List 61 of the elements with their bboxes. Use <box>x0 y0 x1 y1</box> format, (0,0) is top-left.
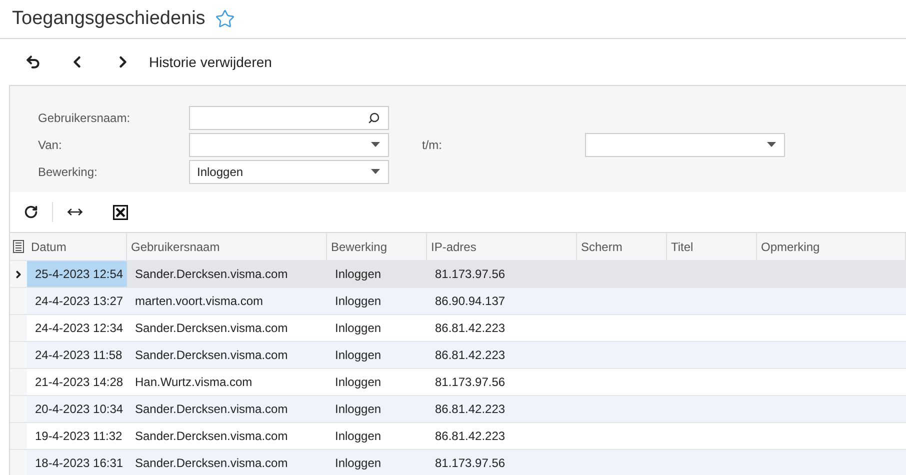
star-icon[interactable] <box>215 9 236 29</box>
table-cell-text: Han.Wurtz.visma.com <box>135 374 252 391</box>
table-cell-text: Inloggen <box>335 401 382 418</box>
table-cell-text: 18-4-2023 16:31 <box>35 455 124 472</box>
table-row[interactable]: 18-4-2023 16:31 Sander.Dercksen.visma.com Inloggen 81.173.97.56 <box>10 449 906 475</box>
table-cell-text: 20-4-2023 10:34 <box>35 401 124 418</box>
undo-icon <box>25 54 41 70</box>
table-cell-text: 19-4-2023 11:32 <box>35 428 122 445</box>
table-cell-text: Inloggen <box>335 293 382 310</box>
table-cell-text: 86.81.42.223 <box>435 428 506 445</box>
table-cell-text: Sander.Dercksen.visma.com <box>135 320 288 337</box>
table-cell-text: 86.81.42.223 <box>435 320 506 337</box>
dropdown-caret-icon <box>767 142 776 147</box>
table-cell-text: Inloggen <box>335 428 382 445</box>
table-row[interactable]: 20-4-2023 10:34 Sander.Dercksen.visma.com Inloggen 86.81.42.223 <box>10 395 906 422</box>
date-from-field[interactable] <box>189 132 389 156</box>
table-cell-text: 86.81.42.223 <box>435 401 506 418</box>
table-row[interactable]: 24-4-2023 11:58 Sander.Dercksen.visma.com Inloggen 86.81.42.223 <box>10 341 906 368</box>
table-cell-text: Inloggen <box>335 374 382 391</box>
table-cell-text: Inloggen <box>335 320 382 337</box>
column-chooser-icon[interactable] <box>13 240 24 253</box>
table-row[interactable]: 21-4-2023 14:28 Han.Wurtz.visma.com Inloggen 81.173.97.56 <box>10 368 906 395</box>
table-cell-text: Sander.Dercksen.visma.com <box>135 455 288 472</box>
table-cell-text: 86.90.94.137 <box>435 293 506 310</box>
table-row[interactable]: 24-4-2023 13:27 marten.voort.visma.com Inloggen 86.90.94.137 <box>10 287 906 314</box>
dropdown-caret-icon <box>371 142 380 147</box>
refresh-button[interactable] <box>22 203 40 221</box>
table-cell-text: 24-4-2023 11:58 <box>35 347 122 364</box>
table-cell-text: 25-4-2023 12:54 <box>35 266 124 283</box>
table-cell-text: 24-4-2023 12:34 <box>35 320 124 337</box>
field-label: Gebruikersnaam: <box>38 110 132 127</box>
field-label: Van: <box>38 136 63 154</box>
operation-dropdown[interactable]: Inloggen <box>189 160 389 184</box>
table-cell-text: 24-4-2023 13:27 <box>35 293 124 310</box>
delete-history-button[interactable]: Historie verwijderen <box>149 52 272 72</box>
table-cell-text: 81.173.97.56 <box>435 266 506 283</box>
dropdown-caret-icon <box>371 169 380 174</box>
excel-icon <box>112 204 128 220</box>
table-cell-text: 81.173.97.56 <box>435 455 506 472</box>
table-row[interactable]: 24-4-2023 12:34 Sander.Dercksen.visma.com Inloggen 86.81.42.223 <box>10 314 906 341</box>
table-cell-text: Sander.Dercksen.visma.com <box>135 428 288 445</box>
username-field[interactable] <box>189 106 389 130</box>
refresh-icon <box>24 205 38 219</box>
search-icon <box>368 112 380 124</box>
table-cell-text: 81.173.97.56 <box>435 374 506 391</box>
date-to-field[interactable] <box>585 132 785 156</box>
field-label: Bewerking: <box>38 164 98 180</box>
table-cell-text: Inloggen <box>335 347 382 364</box>
table-cell-text: Sander.Dercksen.visma.com <box>135 401 288 418</box>
table-cell-text: Sander.Dercksen.visma.com <box>135 347 288 364</box>
table-row[interactable]: 25-4-2023 12:54 Sander.Dercksen.visma.com Inloggen 81.173.97.56 <box>10 260 906 287</box>
table-cell-text: Sander.Dercksen.visma.com <box>135 266 288 283</box>
table-row[interactable]: 19-4-2023 11:32 Sander.Dercksen.visma.com Inloggen 86.81.42.223 <box>10 422 906 449</box>
excel-export-button[interactable] <box>111 203 129 221</box>
page-title: Toegangsgeschiedenis <box>12 6 206 31</box>
table-cell-text: Inloggen <box>335 266 382 283</box>
table-cell-text: 21-4-2023 14:28 <box>35 374 124 391</box>
table-cell-text: Inloggen <box>335 455 382 472</box>
field-label: t/m: <box>422 136 443 154</box>
table-cell-text: marten.voort.visma.com <box>135 293 264 310</box>
table-cell-text: 86.81.42.223 <box>435 347 506 364</box>
